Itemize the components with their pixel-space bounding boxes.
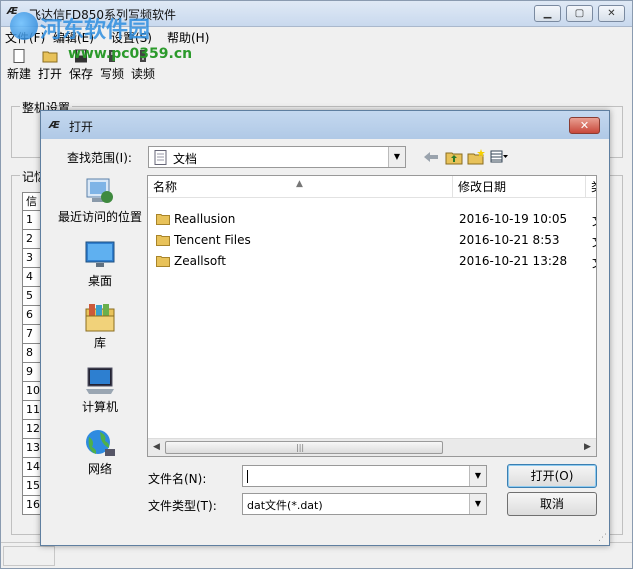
- file-date: 2016-10-21 13:28: [459, 254, 568, 268]
- folder-icon: [156, 214, 170, 225]
- network-icon: [86, 430, 115, 456]
- file-type: 文: [592, 212, 596, 229]
- dialog-title: 打开: [69, 120, 94, 134]
- new-button[interactable]: 新建: [4, 49, 34, 83]
- place-network[interactable]: 网络: [57, 427, 143, 476]
- place-computer-label: 计算机: [81, 400, 118, 414]
- back-arrow-icon[interactable]: [422, 149, 440, 165]
- folder-icon: [156, 256, 170, 267]
- filetype-value: dat文件(*.dat): [247, 499, 323, 512]
- file-date: 2016-10-21 8:53: [459, 233, 560, 247]
- toolbar: 新建 打开 保存 写频 读频: [1, 47, 632, 83]
- dialog-app-icon: Æ: [49, 120, 60, 131]
- main-window-title: 飞达信FD850系列写频软件: [29, 8, 177, 22]
- chevron-down-icon[interactable]: ▼: [469, 466, 486, 486]
- column-header-name[interactable]: 名称 ▲: [148, 176, 453, 198]
- place-desktop[interactable]: 桌面: [57, 239, 143, 288]
- menu-bar: 文件(F) 编辑(E) 设置(S) 帮助(H): [1, 27, 632, 47]
- write-button-label: 写频: [99, 67, 124, 81]
- menu-edit[interactable]: 编辑(E): [53, 29, 94, 46]
- open-button[interactable]: 打开(O): [507, 464, 597, 488]
- new-button-label: 新建: [6, 67, 31, 81]
- close-button[interactable]: ✕: [598, 5, 625, 22]
- look-in-dropdown[interactable]: 文档 ▼: [148, 146, 406, 168]
- filetype-select[interactable]: dat文件(*.dat) ▼: [242, 493, 487, 515]
- filename-input[interactable]: ▼: [242, 465, 487, 487]
- file-name: Reallusion: [174, 212, 236, 226]
- main-titlebar: Æ 飞达信FD850系列写频软件 ▁ ▢ ✕: [1, 1, 632, 27]
- computer-icon: [86, 367, 114, 394]
- scrollbar-thumb[interactable]: |||: [165, 441, 443, 454]
- documents-icon: [154, 150, 167, 165]
- write-button[interactable]: 写频: [97, 49, 127, 83]
- scroll-right-icon[interactable]: ▶: [579, 439, 596, 456]
- app-logo-icon: Æ: [7, 6, 18, 17]
- place-desktop-label: 桌面: [87, 274, 112, 288]
- column-header-type-label: 类: [591, 180, 596, 194]
- read-button-label: 读频: [130, 67, 155, 81]
- new-file-icon: [13, 49, 25, 63]
- minimize-button[interactable]: ▁: [534, 5, 561, 22]
- open-button-toolbar[interactable]: 打开: [35, 49, 65, 83]
- look-in-label: 查找范围(I):: [67, 151, 132, 165]
- place-libraries[interactable]: 库: [57, 301, 143, 350]
- text-caret: [247, 470, 248, 483]
- file-row[interactable]: Zeallsoft 2016-10-21 13:28 文: [148, 251, 596, 272]
- open-file-dialog: Æ 打开 ✕ 查找范围(I): 文档 ▼ 最近访问的位置 桌面 库 计算机 网络: [40, 110, 610, 546]
- file-list[interactable]: 名称 ▲ 修改日期 类 Reallusion 2016-10-19 10:05 …: [147, 175, 597, 457]
- menu-file[interactable]: 文件(F): [5, 29, 45, 46]
- file-row[interactable]: Reallusion 2016-10-19 10:05 文: [148, 209, 596, 230]
- maximize-button[interactable]: ▢: [566, 5, 593, 22]
- libraries-icon: [85, 304, 115, 332]
- chevron-down-icon[interactable]: ▼: [469, 494, 486, 514]
- desktop-icon: [85, 241, 115, 267]
- open-button-label: 打开: [37, 67, 62, 81]
- file-name: Tencent Files: [174, 233, 251, 247]
- place-computer[interactable]: 计算机: [57, 365, 143, 414]
- filename-label: 文件名(N):: [148, 472, 207, 486]
- resize-grip-icon[interactable]: ⋰: [598, 533, 607, 543]
- write-radio-icon: [109, 50, 115, 62]
- file-date: 2016-10-19 10:05: [459, 212, 568, 226]
- save-button-label: 保存: [68, 67, 93, 81]
- places-bar: 最近访问的位置 桌面 库 计算机 网络: [57, 173, 143, 513]
- place-recent-label: 最近访问的位置: [57, 210, 142, 224]
- folder-icon: [156, 235, 170, 246]
- open-folder-icon: [42, 51, 58, 63]
- view-menu-icon[interactable]: [490, 149, 508, 165]
- column-header-date[interactable]: 修改日期: [453, 176, 586, 198]
- column-header-type[interactable]: 类: [586, 176, 596, 198]
- grip-icon: |||: [296, 443, 305, 452]
- place-recent[interactable]: 最近访问的位置: [57, 175, 143, 224]
- scroll-left-icon[interactable]: ◀: [148, 439, 165, 456]
- save-disk-icon: [75, 49, 87, 63]
- save-button[interactable]: 保存: [66, 49, 96, 83]
- up-folder-icon[interactable]: [445, 149, 463, 165]
- chevron-down-icon[interactable]: ▼: [388, 147, 405, 167]
- file-type: 文: [592, 254, 596, 271]
- dialog-titlebar: Æ 打开 ✕: [41, 111, 609, 139]
- place-libraries-label: 库: [93, 336, 106, 350]
- dialog-close-button[interactable]: ✕: [569, 117, 600, 134]
- status-pane: [3, 546, 55, 566]
- new-folder-icon[interactable]: [467, 149, 485, 165]
- horizontal-scrollbar[interactable]: ◀ ||| ▶: [148, 438, 596, 456]
- look-in-value: 文档: [173, 152, 198, 166]
- file-type: 文: [592, 233, 596, 250]
- read-radio-icon: [140, 50, 146, 62]
- sort-ascending-icon: ▲: [296, 179, 303, 189]
- menu-settings[interactable]: 设置(S): [111, 29, 152, 46]
- read-button[interactable]: 读频: [128, 49, 158, 83]
- filetype-label: 文件类型(T):: [148, 499, 217, 513]
- cancel-button[interactable]: 取消: [507, 492, 597, 516]
- column-header-name-label: 名称: [153, 180, 178, 194]
- file-name: Zeallsoft: [174, 254, 226, 268]
- file-row[interactable]: Tencent Files 2016-10-21 8:53 文: [148, 230, 596, 251]
- place-network-label: 网络: [87, 462, 112, 476]
- file-list-header: 名称 ▲ 修改日期 类: [148, 176, 596, 198]
- menu-help[interactable]: 帮助(H): [167, 29, 209, 46]
- recent-places-icon: [86, 178, 113, 203]
- column-header-date-label: 修改日期: [458, 180, 507, 194]
